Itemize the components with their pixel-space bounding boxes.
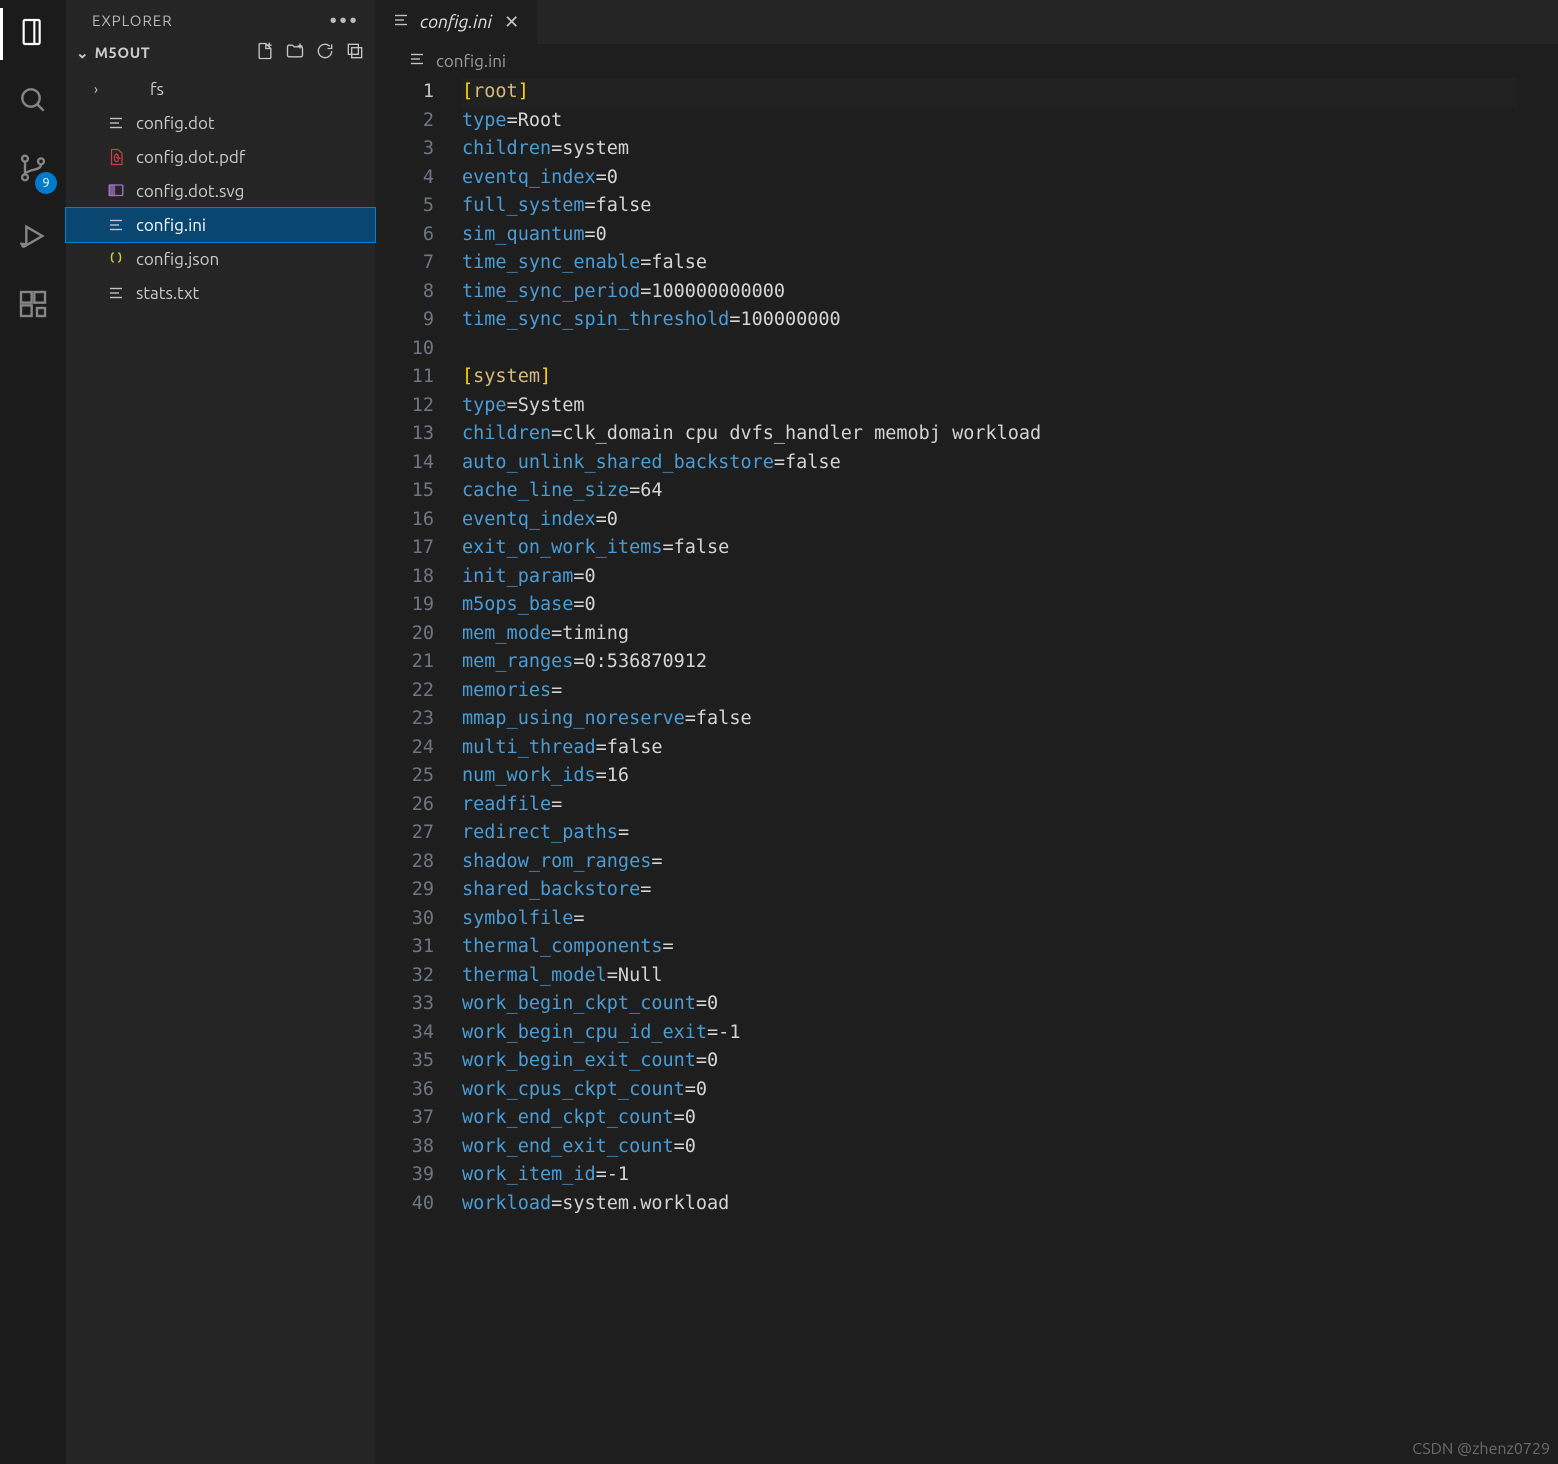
code-line[interactable]: memories= xyxy=(462,677,1518,706)
sidebar-explorer: EXPLORER ••• ⌄ M5OUT › fs config.dot config… xyxy=(66,0,376,1464)
tree-file[interactable]: config.dot.pdf xyxy=(66,140,375,174)
tree-file[interactable]: stats.txt xyxy=(66,276,375,310)
code-line[interactable]: type=System xyxy=(462,392,1518,421)
code-line[interactable]: [system] xyxy=(462,363,1518,392)
activity-run-debug[interactable] xyxy=(13,218,53,258)
code-line[interactable]: thermal_components= xyxy=(462,933,1518,962)
image-icon xyxy=(106,182,126,200)
folder-name: M5OUT xyxy=(95,44,255,61)
code-line[interactable]: work_item_id=-1 xyxy=(462,1161,1518,1190)
sidebar-title: EXPLORER xyxy=(92,12,173,29)
sidebar-header: EXPLORER ••• xyxy=(66,0,375,37)
line-number-gutter: 1234567891011121314151617181920212223242… xyxy=(376,78,462,1464)
tree-item-label: config.dot.svg xyxy=(136,182,244,201)
breadcrumb-label: config.ini xyxy=(436,52,506,71)
tree-item-label: config.dot.pdf xyxy=(136,148,245,167)
tree-file[interactable]: config.dot.svg xyxy=(66,174,375,208)
editor-region: config.ini ✕ config.ini 1234567891011121… xyxy=(376,0,1558,1464)
tab-close-button[interactable]: ✕ xyxy=(502,12,521,33)
code-line[interactable]: work_cpus_ckpt_count=0 xyxy=(462,1076,1518,1105)
code-content[interactable]: [root]type=Rootchildren=systemeventq_ind… xyxy=(462,78,1558,1464)
code-line[interactable]: multi_thread=false xyxy=(462,734,1518,763)
code-line[interactable]: shared_backstore= xyxy=(462,876,1518,905)
new-file-button[interactable] xyxy=(255,41,275,64)
code-line[interactable]: work_end_exit_count=0 xyxy=(462,1133,1518,1162)
tree-item-label: config.ini xyxy=(136,216,206,235)
file-lines-icon xyxy=(392,11,410,33)
tree-item-label: stats.txt xyxy=(136,284,199,303)
code-line[interactable]: shadow_rom_ranges= xyxy=(462,848,1518,877)
code-line[interactable]: thermal_model=Null xyxy=(462,962,1518,991)
chevron-right-icon: › xyxy=(94,81,110,97)
code-line[interactable]: work_begin_ckpt_count=0 xyxy=(462,990,1518,1019)
chevron-down-icon: ⌄ xyxy=(76,44,89,62)
code-line[interactable]: children=system xyxy=(462,135,1518,164)
activity-extensions[interactable] xyxy=(13,286,53,326)
json-icon xyxy=(106,250,126,268)
code-line[interactable]: exit_on_work_items=false xyxy=(462,534,1518,563)
activity-bar: 9 xyxy=(0,0,66,1464)
app-root: 9 EXPLORER ••• ⌄ M5OUT xyxy=(0,0,1558,1464)
activity-search[interactable] xyxy=(13,82,53,122)
code-line[interactable]: auto_unlink_shared_backstore=false xyxy=(462,449,1518,478)
file-lines-icon xyxy=(106,114,126,132)
search-icon xyxy=(17,84,49,120)
code-line[interactable]: eventq_index=0 xyxy=(462,164,1518,193)
tree-item-label: config.json xyxy=(136,250,219,269)
code-line[interactable]: [root] xyxy=(462,78,1518,107)
tab-config-ini[interactable]: config.ini ✕ xyxy=(376,0,538,44)
extensions-icon xyxy=(17,288,49,324)
code-line[interactable]: type=Root xyxy=(462,107,1518,136)
code-line[interactable]: full_system=false xyxy=(462,192,1518,221)
code-editor[interactable]: 1234567891011121314151617181920212223242… xyxy=(376,78,1558,1464)
code-line[interactable]: eventq_index=0 xyxy=(462,506,1518,535)
code-line[interactable]: sim_quantum=0 xyxy=(462,221,1518,250)
tree-file[interactable]: config.dot xyxy=(66,106,375,140)
tree-item-label: config.dot xyxy=(136,114,215,133)
watermark: CSDN @zhenz0729 xyxy=(1412,1440,1550,1458)
code-line[interactable]: readfile= xyxy=(462,791,1518,820)
files-icon xyxy=(17,16,49,52)
code-line[interactable]: time_sync_period=100000000000 xyxy=(462,278,1518,307)
code-line[interactable]: mem_ranges=0:536870912 xyxy=(462,648,1518,677)
collapse-all-button[interactable] xyxy=(345,41,365,64)
code-line[interactable]: time_sync_enable=false xyxy=(462,249,1518,278)
code-line[interactable] xyxy=(462,335,1518,364)
code-line[interactable]: work_begin_exit_count=0 xyxy=(462,1047,1518,1076)
breadcrumb[interactable]: config.ini xyxy=(376,44,1558,78)
code-line[interactable]: work_begin_cpu_id_exit=-1 xyxy=(462,1019,1518,1048)
folder-header[interactable]: ⌄ M5OUT xyxy=(66,37,375,68)
scm-badge: 9 xyxy=(35,172,57,194)
tree-item-label: fs xyxy=(150,80,164,99)
file-lines-icon xyxy=(106,216,126,234)
code-line[interactable]: work_end_ckpt_count=0 xyxy=(462,1104,1518,1133)
code-line[interactable]: mem_mode=timing xyxy=(462,620,1518,649)
play-bug-icon xyxy=(17,220,49,256)
refresh-button[interactable] xyxy=(315,41,335,64)
code-line[interactable]: init_param=0 xyxy=(462,563,1518,592)
tree-file[interactable]: config.ini xyxy=(66,208,375,242)
pdf-icon xyxy=(106,148,126,166)
code-line[interactable]: mmap_using_noreserve=false xyxy=(462,705,1518,734)
file-lines-icon xyxy=(408,50,426,72)
editor-tabs: config.ini ✕ xyxy=(376,0,1558,44)
code-line[interactable]: m5ops_base=0 xyxy=(462,591,1518,620)
code-line[interactable]: symbolfile= xyxy=(462,905,1518,934)
code-line[interactable]: num_work_ids=16 xyxy=(462,762,1518,791)
code-line[interactable]: workload=system.workload xyxy=(462,1190,1518,1219)
code-line[interactable]: time_sync_spin_threshold=100000000 xyxy=(462,306,1518,335)
file-tree: › fs config.dot config.dot.pdf config.dot.sv… xyxy=(66,68,375,314)
tab-label: config.ini xyxy=(420,12,492,32)
folder-actions xyxy=(255,41,365,64)
code-line[interactable]: redirect_paths= xyxy=(462,819,1518,848)
activity-source-control[interactable]: 9 xyxy=(13,150,53,190)
tree-folder[interactable]: › fs xyxy=(66,72,375,106)
new-folder-button[interactable] xyxy=(285,41,305,64)
code-line[interactable]: cache_line_size=64 xyxy=(462,477,1518,506)
sidebar-more-button[interactable]: ••• xyxy=(329,16,359,26)
code-line[interactable]: children=clk_domain cpu dvfs_handler mem… xyxy=(462,420,1518,449)
tree-file[interactable]: config.json xyxy=(66,242,375,276)
activity-explorer[interactable] xyxy=(13,14,53,54)
file-lines-icon xyxy=(106,284,126,302)
